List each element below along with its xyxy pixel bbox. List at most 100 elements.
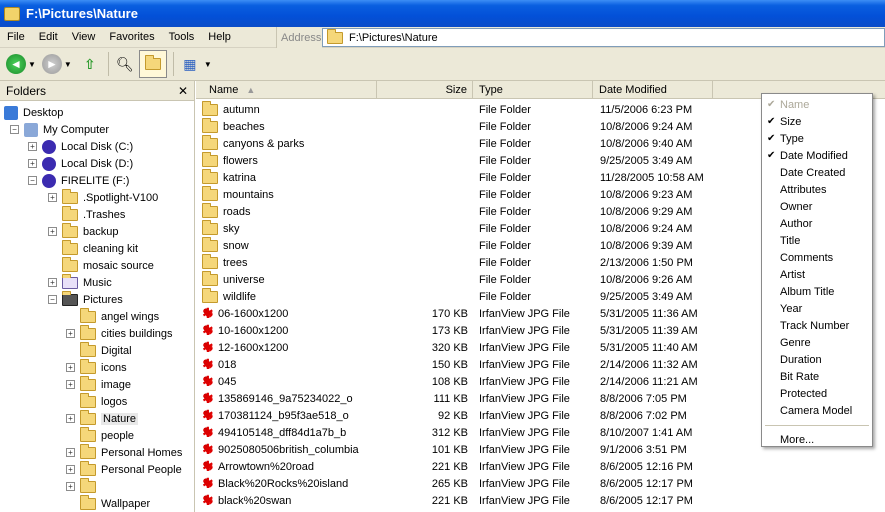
tree-item[interactable]: Personal Homes xyxy=(80,443,182,461)
tree-item[interactable]: people xyxy=(80,426,134,444)
context-menu-item[interactable]: Attributes xyxy=(762,181,872,198)
tree-item[interactable]: Music xyxy=(62,273,112,291)
tree-item[interactable]: .Spotlight-V100 xyxy=(62,188,158,206)
tree-item[interactable]: logos xyxy=(80,392,127,410)
file-size xyxy=(377,254,468,271)
back-icon[interactable]: ◄ xyxy=(6,54,26,74)
expand-icon[interactable]: + xyxy=(66,482,75,491)
context-menu-item[interactable]: Artist xyxy=(762,266,872,283)
collapse-icon[interactable]: − xyxy=(10,125,19,134)
up-folder-icon[interactable]: ⇧ xyxy=(78,52,102,76)
tree-item[interactable]: cities buildings xyxy=(80,324,173,342)
tree-item[interactable]: Local Disk (D:) xyxy=(42,155,133,172)
context-menu-item[interactable]: Owner xyxy=(762,198,872,215)
tree-item[interactable]: Nature xyxy=(80,409,139,427)
file-date: 8/8/2006 7:02 PM xyxy=(600,409,687,422)
context-menu-item[interactable]: Protected xyxy=(762,385,872,402)
context-menu-item[interactable]: ✔ Type xyxy=(762,130,872,147)
menu-item-tools[interactable]: Tools xyxy=(162,31,202,43)
folder-icon xyxy=(80,358,96,374)
tree-item[interactable]: .Trashes xyxy=(62,205,125,223)
file-row[interactable]: Arrowtown%20road 221 KB IrfanView JPG File… xyxy=(196,458,885,475)
file-size: 312 KB xyxy=(431,426,468,439)
menu-item-favorites[interactable]: Favorites xyxy=(102,31,161,43)
menu-item-view[interactable]: View xyxy=(65,31,103,43)
tree-item[interactable]: icons xyxy=(80,358,127,376)
context-menu-item[interactable]: Author xyxy=(762,215,872,232)
tree-item[interactable]: Personal People xyxy=(80,460,182,478)
search-icon[interactable]: 🔍︎ xyxy=(113,52,137,76)
menu-item-file[interactable]: File xyxy=(0,31,32,43)
column-header-size[interactable]: Size xyxy=(377,81,473,99)
tree-item[interactable]: cleaning kit xyxy=(62,239,138,257)
column-header-name[interactable]: Name ▲ xyxy=(196,81,377,99)
collapse-icon[interactable]: − xyxy=(28,176,37,185)
context-menu-item[interactable]: Camera Model xyxy=(762,402,872,419)
file-name-cell: 494105148_dff84d1a7b_b xyxy=(202,424,346,441)
tree-item[interactable]: My Computer xyxy=(24,121,109,138)
expand-icon[interactable]: + xyxy=(48,278,57,287)
expand-icon[interactable]: + xyxy=(48,193,57,202)
irfanview-jpg-icon xyxy=(202,356,216,373)
tree-item[interactable]: mosaic source xyxy=(62,256,154,274)
context-menu-item[interactable]: ✔ Date Modified xyxy=(762,147,872,164)
expand-icon[interactable]: + xyxy=(66,448,75,457)
tree-item[interactable]: FIRELITE (F:) xyxy=(42,172,129,189)
expand-icon[interactable]: + xyxy=(28,142,37,151)
file-row[interactable]: Black%20Rocks%20island 265 KB IrfanView JP… xyxy=(196,475,885,492)
expand-icon[interactable]: + xyxy=(66,363,75,372)
context-menu-item[interactable]: Track Number xyxy=(762,317,872,334)
file-name: 018 xyxy=(218,358,237,371)
context-menu-label: Comments xyxy=(780,251,834,264)
tree-item[interactable]: angel wings xyxy=(80,307,159,325)
views-dropdown-icon[interactable]: ▼ xyxy=(204,60,212,69)
context-menu-item[interactable]: Album Title xyxy=(762,283,872,300)
collapse-icon[interactable]: − xyxy=(48,295,57,304)
tree-item[interactable] xyxy=(80,477,101,495)
menu-item-edit[interactable]: Edit xyxy=(32,31,65,43)
context-menu-item[interactable]: Genre xyxy=(762,334,872,351)
folders-toggle-icon[interactable] xyxy=(138,50,167,78)
context-menu-item[interactable]: ✔ Size xyxy=(762,113,872,130)
tree-item[interactable]: Digital xyxy=(80,341,132,359)
tree-item[interactable]: Local Disk (C:) xyxy=(42,138,133,155)
back-dropdown-icon[interactable]: ▼ xyxy=(28,60,36,69)
file-size xyxy=(377,237,468,254)
tree-item[interactable]: Wallpaper xyxy=(80,494,150,512)
menu-item-help[interactable]: Help xyxy=(201,31,238,43)
expand-icon[interactable]: + xyxy=(28,159,37,168)
forward-dropdown-icon[interactable]: ▼ xyxy=(64,60,72,69)
context-menu-item[interactable]: Comments xyxy=(762,249,872,266)
expand-icon[interactable]: + xyxy=(66,414,75,423)
context-menu-item[interactable]: Date Created xyxy=(762,164,872,181)
expand-icon[interactable]: + xyxy=(66,465,75,474)
context-menu-item[interactable]: Duration xyxy=(762,351,872,368)
expand-icon[interactable]: + xyxy=(66,380,75,389)
views-icon[interactable]: ▦ xyxy=(178,52,202,76)
checkmark-icon: ✔ xyxy=(767,116,776,127)
tree-item[interactable]: backup xyxy=(62,222,118,240)
close-icon[interactable]: ✕ xyxy=(178,84,188,98)
folders-panel-title: Folders xyxy=(6,83,47,98)
tree-item[interactable]: Desktop xyxy=(4,104,63,121)
tree-item[interactable]: Pictures xyxy=(62,290,123,308)
context-menu-item[interactable]: Bit Rate xyxy=(762,368,872,385)
file-type: File Folder xyxy=(479,222,531,235)
file-name-cell: Arrowtown%20road xyxy=(202,458,314,475)
file-row[interactable]: black%20swan 221 KB IrfanView JPG File 8/6/… xyxy=(196,492,885,509)
tree-item[interactable]: image xyxy=(80,375,131,393)
context-menu-item[interactable]: Year xyxy=(762,300,872,317)
irfanview-jpg-icon xyxy=(202,441,216,458)
tree-item-label: Digital xyxy=(101,344,132,357)
expand-icon[interactable]: + xyxy=(66,329,75,338)
forward-icon[interactable]: ► xyxy=(41,54,62,74)
context-menu-item[interactable]: Title xyxy=(762,232,872,249)
pictures-folder-icon xyxy=(62,290,78,306)
column-header-type[interactable]: Type xyxy=(473,81,593,99)
column-header-date[interactable]: Date Modified xyxy=(593,81,713,99)
expand-icon[interactable]: + xyxy=(48,227,57,236)
file-type: File Folder xyxy=(479,290,531,303)
context-menu-more[interactable]: More... xyxy=(762,431,872,448)
file-size: 221 KB xyxy=(431,460,468,473)
address-input[interactable]: F:\Pictures\Nature xyxy=(322,28,885,47)
